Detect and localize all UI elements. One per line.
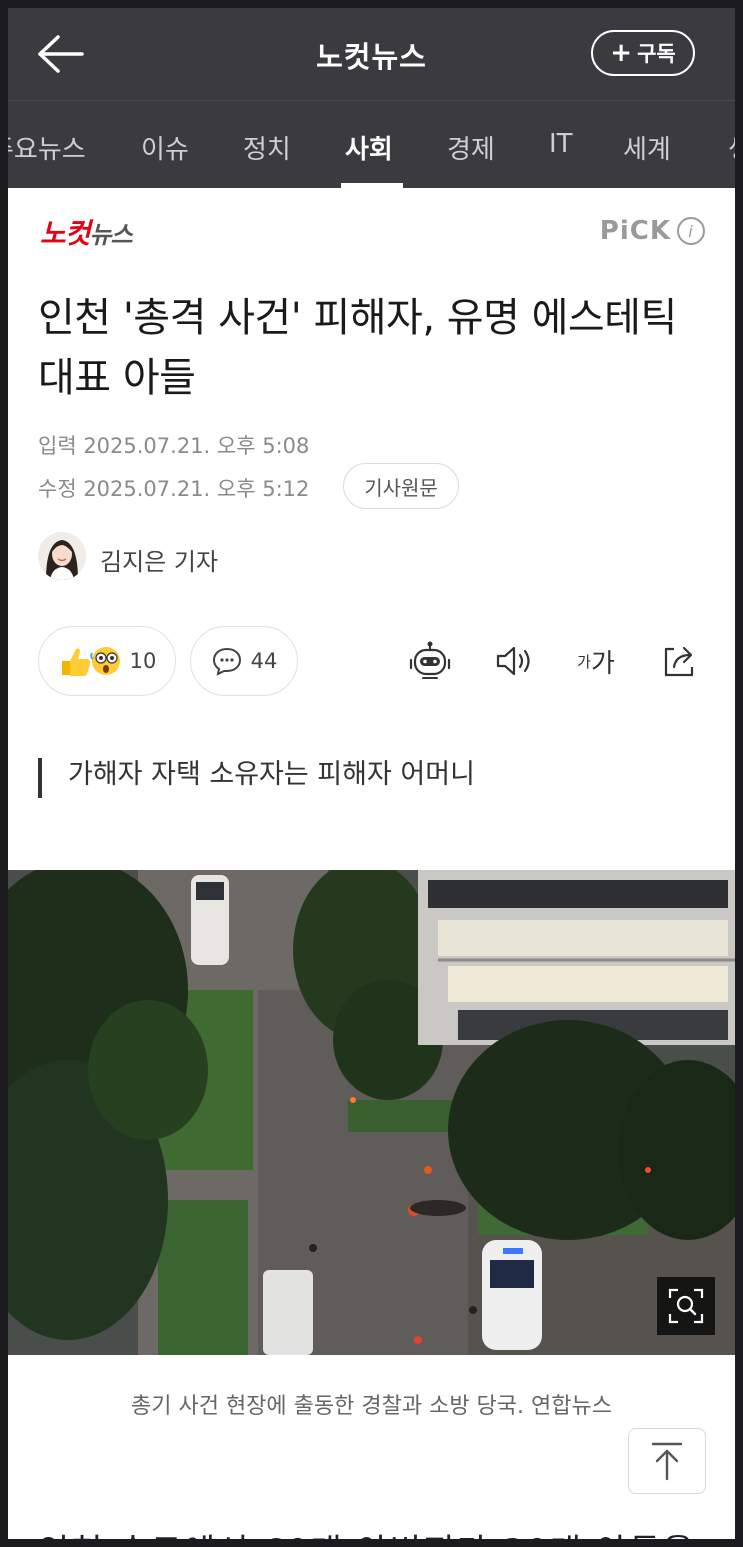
- article-headline: 인천 '총격 사건' 피해자, 유명 에스테틱 대표 아들: [38, 295, 677, 401]
- tab-politics[interactable]: 정치: [243, 129, 291, 166]
- press-logo[interactable]: 노컷뉴스: [40, 212, 133, 262]
- tab-main-news[interactable]: 주요뉴스: [8, 129, 86, 166]
- tab-life[interactable]: 생활: [728, 129, 735, 166]
- modified-timestamp: 수정 2025.07.21. 오후 5:12: [38, 477, 310, 501]
- article-body-cutoff: 인천 송도에서 60대 아버지가 30대 아들을 총기: [38, 1520, 718, 1539]
- reporter-avatar[interactable]: [38, 532, 86, 580]
- zoom-search-icon: [668, 1288, 704, 1324]
- tab-world[interactable]: 세계: [623, 129, 671, 166]
- reaction-emoji-icon: [61, 647, 120, 676]
- reaction-count: 10: [129, 649, 157, 673]
- tab-economy[interactable]: 경제: [447, 129, 495, 166]
- original-article-button[interactable]: 기사원문: [343, 463, 459, 509]
- input-timestamp: 입력 2025.07.21. 오후 5:08: [38, 434, 310, 458]
- font-size-small-glyph: 가: [577, 652, 591, 671]
- article-body-first-line: 인천 송도에서 60대 아버지가 30대 아들을 총기: [38, 1524, 718, 1539]
- pick-badge[interactable]: PiCK i: [600, 216, 705, 246]
- press-logo-part1: 노컷: [40, 217, 91, 250]
- subscribe-button[interactable]: + 구독: [591, 30, 695, 76]
- speaker-icon: [496, 646, 530, 676]
- comment-icon: [212, 647, 241, 676]
- robot-icon: [409, 641, 451, 679]
- comment-count: 44: [250, 649, 278, 673]
- share-button[interactable]: [658, 640, 702, 682]
- aerial-scene-image: [8, 870, 735, 1355]
- pick-label: PiCK: [599, 216, 671, 246]
- font-size-button[interactable]: 가가: [574, 640, 618, 682]
- app-header: 노컷뉴스 + 구독: [8, 8, 735, 100]
- press-logo-part2: 뉴스: [89, 221, 133, 249]
- arrow-up-icon: [651, 1442, 683, 1481]
- tab-it[interactable]: IT: [549, 129, 573, 159]
- article-photo[interactable]: [8, 870, 735, 1355]
- tab-issue[interactable]: 이슈: [141, 129, 189, 166]
- tab-society[interactable]: 사회: [345, 129, 393, 166]
- info-icon: i: [677, 217, 705, 245]
- reactions-button[interactable]: 10: [38, 626, 176, 696]
- reporter-photo: [38, 532, 86, 580]
- image-zoom-button[interactable]: [657, 1277, 715, 1335]
- comments-button[interactable]: 44: [190, 626, 298, 696]
- reporter-name[interactable]: 김지은 기자: [100, 542, 218, 577]
- share-icon: [664, 646, 694, 677]
- subscribe-label: 구독: [637, 42, 676, 66]
- category-tabs: 주요뉴스 이슈 정치 사회 경제 IT 세계 생활: [8, 100, 735, 188]
- text-to-speech-button[interactable]: [492, 640, 536, 682]
- photo-caption: 총기 사건 현장에 출동한 경찰과 소방 당국. 연합뉴스: [131, 1394, 612, 1419]
- plus-icon: +: [610, 38, 633, 68]
- screen: 노컷뉴스 + 구독 주요뉴스 이슈 정치 사회 경제 IT 세계 생활 노컷뉴스…: [8, 8, 735, 1539]
- article-subheading: 가해자 자택 소유자는 피해자 어머니: [38, 758, 475, 798]
- font-size-large-glyph: 가: [590, 648, 615, 679]
- scroll-to-top-button[interactable]: [628, 1428, 706, 1494]
- ai-summary-button[interactable]: [408, 640, 452, 682]
- active-tab-indicator: [341, 183, 403, 188]
